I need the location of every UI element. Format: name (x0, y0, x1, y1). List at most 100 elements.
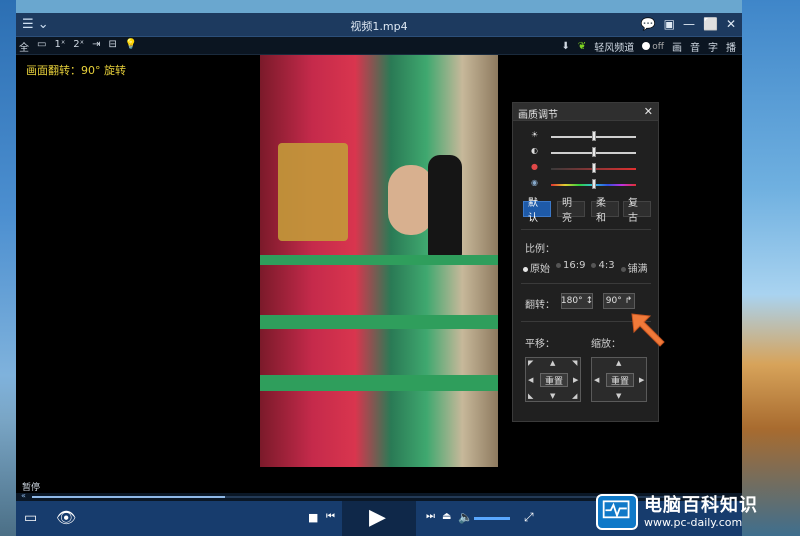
volume-icon[interactable]: 🔈 (458, 510, 473, 524)
flip-90-label: 90° (605, 296, 622, 306)
skin-icon[interactable]: ▣ (664, 17, 675, 31)
flip-180-label: 180° (560, 296, 583, 306)
ratio-options: 原始 16:9 4:3 铺满 (523, 260, 648, 275)
preset-bright[interactable]: 明亮 (557, 198, 585, 224)
slider-knob[interactable] (591, 179, 596, 189)
ratio-fill[interactable]: 铺满 (620, 260, 648, 275)
arrow-left-icon[interactable]: ◀ (528, 376, 533, 384)
divider (521, 283, 651, 284)
pointer-arrow-icon (631, 313, 665, 347)
tab-subtitle[interactable]: 字 (708, 39, 718, 54)
flip-90-button[interactable]: 90° ↱ (603, 293, 635, 309)
video-hat (428, 155, 462, 265)
zoom-wide-icon[interactable]: ▶ (639, 376, 644, 384)
preset-soft[interactable]: 柔和 (591, 198, 619, 224)
preset-default[interactable]: 默认 (523, 198, 551, 224)
arrow-down-right-icon[interactable]: ◢ (572, 392, 577, 400)
pan-control: ◤ ▲ ◥ ◀ 重置 ▶ ◣ ▼ ◢ (525, 357, 581, 402)
fullscreen-icon[interactable]: ⤢ (524, 510, 534, 525)
zoom-reset-button[interactable]: 重置 (606, 373, 634, 387)
preset-retro[interactable]: 复古 (623, 198, 651, 224)
light-bulb-icon[interactable]: 💡 (125, 39, 137, 54)
arrow-right-icon[interactable]: ▶ (573, 376, 578, 384)
radio-dot (556, 262, 561, 268)
tab-picture[interactable]: 画 (672, 39, 682, 54)
play-button-area: ▶ (342, 501, 416, 536)
zoom-narrow-icon[interactable]: ◀ (594, 376, 599, 384)
stop-button[interactable]: ■ (308, 511, 318, 524)
ratio-original[interactable]: 原始 (523, 260, 550, 275)
video-rail (260, 315, 498, 329)
rotate-icon: ↱ (624, 296, 633, 306)
panel-title: 画质调节 (518, 110, 558, 121)
chat-icon[interactable]: 💬 (641, 17, 656, 31)
arrow-up-right-icon[interactable]: ◥ (572, 359, 577, 367)
leaf-icon: ❦ (577, 41, 587, 52)
volume-slider[interactable] (474, 517, 510, 520)
zoom-in-icon[interactable]: ▲ (616, 359, 621, 367)
contrast-slider[interactable]: ◐ (531, 146, 653, 157)
close-icon[interactable]: ✕ (644, 105, 653, 118)
desktop-background-left (0, 0, 16, 536)
previous-button[interactable]: ⏮ (326, 511, 335, 522)
brightness-slider[interactable]: ☀ (531, 130, 653, 141)
panel-header: 画质调节 ✕ (513, 103, 658, 121)
channel-state: off (652, 42, 664, 52)
toolbar: 全 ▭ 1ˣ 2ˣ ⇥ ⊟ 💡 ⬇ ❦ 轻风频道 off 画 音 字 播 (16, 37, 742, 55)
mini-mode-button[interactable]: ▭ (37, 39, 46, 54)
download-icon[interactable]: ⬇ (562, 41, 570, 52)
flip-180-button[interactable]: 180° ↕ (561, 293, 593, 309)
tab-play[interactable]: 播 (726, 39, 736, 54)
scale-2x-button[interactable]: 2ˣ (73, 39, 84, 54)
next-button[interactable]: ⏭ (426, 511, 435, 522)
saturation-icon: ● (531, 162, 538, 171)
arrow-up-icon[interactable]: ▲ (550, 359, 555, 367)
toggle-knob (642, 42, 651, 50)
fullscreen-button[interactable]: 全 (19, 39, 29, 54)
collapse-icon[interactable]: « (21, 491, 26, 500)
play-button[interactable]: ▶ (369, 505, 386, 530)
hue-icon: ◉ (531, 178, 538, 187)
minimize-button[interactable]: — (683, 17, 695, 31)
scale-1x-button[interactable]: 1ˣ (54, 39, 65, 54)
slider-knob[interactable] (591, 163, 596, 173)
channel-toggle[interactable]: off (642, 41, 664, 52)
desktop-background-right (742, 0, 800, 536)
close-button[interactable]: ✕ (726, 17, 736, 31)
hue-slider[interactable]: ◉ (531, 178, 653, 189)
toolbar-left: 全 ▭ 1ˣ 2ˣ ⇥ ⊟ 💡 (19, 39, 137, 54)
maximize-button[interactable]: ⬜ (703, 17, 718, 31)
zoom-out-icon[interactable]: ▼ (616, 392, 621, 400)
pan-reset-button[interactable]: 重置 (540, 373, 568, 387)
eye-icon[interactable]: 👁 (56, 508, 76, 527)
radio-dot (591, 262, 597, 268)
saturation-slider[interactable]: ● (531, 162, 653, 173)
ratio-16-9[interactable]: 16:9 (556, 260, 585, 275)
picture-quality-panel: 画质调节 ✕ ☀ ◐ ● ◉ 默认 明亮 柔和 复古 比例： 原始 16:9 4… (512, 102, 659, 422)
toolbar-right: ⬇ ❦ 轻风频道 off 画 音 字 播 (562, 39, 737, 54)
list-icon[interactable]: ⊟ (108, 39, 116, 54)
ratio-4-3[interactable]: 4:3 (591, 260, 615, 275)
tab-audio[interactable]: 音 (690, 39, 700, 54)
title-bar: ☰ ⌄ 视频1.mp4 💬 ▣ — ⬜ ✕ (16, 13, 742, 37)
zoom-label: 缩放： (591, 339, 621, 350)
zoom-control: ▲ ◀ 重置 ▶ ▼ (591, 357, 647, 402)
ratio-label: 比例： (525, 244, 555, 255)
eject-icon[interactable]: ⏏ (442, 511, 451, 522)
playlist-icon[interactable]: ▭ (24, 510, 37, 526)
arrow-down-left-icon[interactable]: ◣ (528, 392, 533, 400)
ratio-label-text: 16:9 (563, 260, 586, 271)
ratio-label-text: 铺满 (627, 264, 648, 275)
progress-fill (32, 496, 226, 498)
vertical-flip-icon: ↕ (585, 296, 594, 306)
channel-label[interactable]: 轻风频道 (594, 39, 634, 54)
pan-label: 平移： (525, 339, 555, 350)
arrow-up-left-icon[interactable]: ◤ (528, 359, 533, 367)
ratio-label-text: 原始 (530, 264, 550, 275)
flip-label: 翻转： (525, 300, 555, 311)
window-title: 视频1.mp4 (350, 20, 408, 33)
slider-knob[interactable] (591, 131, 596, 141)
slider-knob[interactable] (591, 147, 596, 157)
pin-icon[interactable]: ⇥ (92, 39, 100, 54)
arrow-down-icon[interactable]: ▼ (550, 392, 555, 400)
